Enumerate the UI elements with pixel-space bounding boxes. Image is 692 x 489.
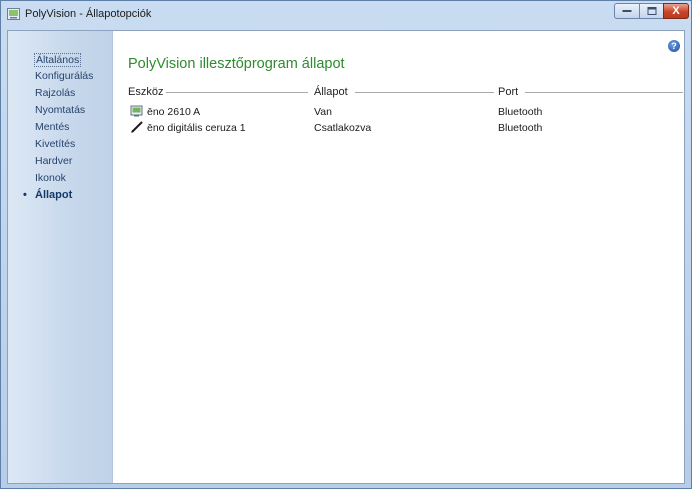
window-title: PolyVision - Állapotopciók	[25, 8, 152, 20]
column-header-device: Eszköz	[128, 86, 164, 98]
app-window: PolyVision - Állapotopciók X Általános K…	[0, 0, 692, 489]
title-bar[interactable]: PolyVision - Állapotopciók X	[1, 1, 691, 29]
active-bullet: •	[23, 189, 27, 201]
help-icon[interactable]: ?	[668, 40, 680, 52]
device-name: ēno 2610 A	[147, 106, 201, 118]
sidebar-item-allapot[interactable]: • Állapot	[23, 189, 73, 201]
column-header-port: Port	[498, 86, 519, 98]
device-status: Van	[314, 106, 332, 118]
sidebar-item-kivetites[interactable]: Kivetítés	[35, 138, 75, 150]
sidebar-item-konfiguralas[interactable]: Konfigurálás	[35, 70, 93, 82]
column-divider	[355, 92, 494, 93]
device-port: Bluetooth	[498, 122, 543, 134]
page-title: PolyVision illesztőprogram állapot	[128, 56, 345, 72]
pen-icon	[131, 121, 143, 133]
minimize-button[interactable]	[614, 3, 640, 19]
close-icon: X	[672, 5, 680, 17]
column-divider	[166, 92, 308, 93]
app-icon	[7, 8, 20, 20]
sidebar-item-rajzolas[interactable]: Rajzolás	[35, 87, 75, 99]
sidebar-nav: Általános Konfigurálás Rajzolás Nyomtatá…	[8, 31, 113, 483]
sidebar-item-altalanos[interactable]: Általános	[34, 53, 82, 67]
sidebar-item-mentes[interactable]: Mentés	[35, 121, 69, 133]
options-panel: Általános Konfigurálás Rajzolás Nyomtatá…	[7, 30, 685, 484]
sidebar-item-label: Állapot	[35, 189, 73, 201]
close-button[interactable]: X	[663, 3, 689, 19]
sidebar-item-ikonok[interactable]: Ikonok	[35, 172, 66, 184]
device-name: ēno digitális ceruza 1	[147, 122, 246, 134]
minimize-icon	[622, 10, 632, 12]
device-status: Csatlakozva	[314, 122, 372, 134]
sidebar-item-hardver[interactable]: Hardver	[35, 155, 72, 167]
column-header-status: Állapot	[314, 86, 348, 98]
column-divider	[525, 92, 683, 93]
sidebar-item-nyomtatas[interactable]: Nyomtatás	[35, 104, 85, 116]
printer-icon	[130, 105, 143, 117]
device-port: Bluetooth	[498, 106, 543, 118]
maximize-button[interactable]	[639, 3, 664, 19]
maximize-icon	[647, 7, 656, 15]
